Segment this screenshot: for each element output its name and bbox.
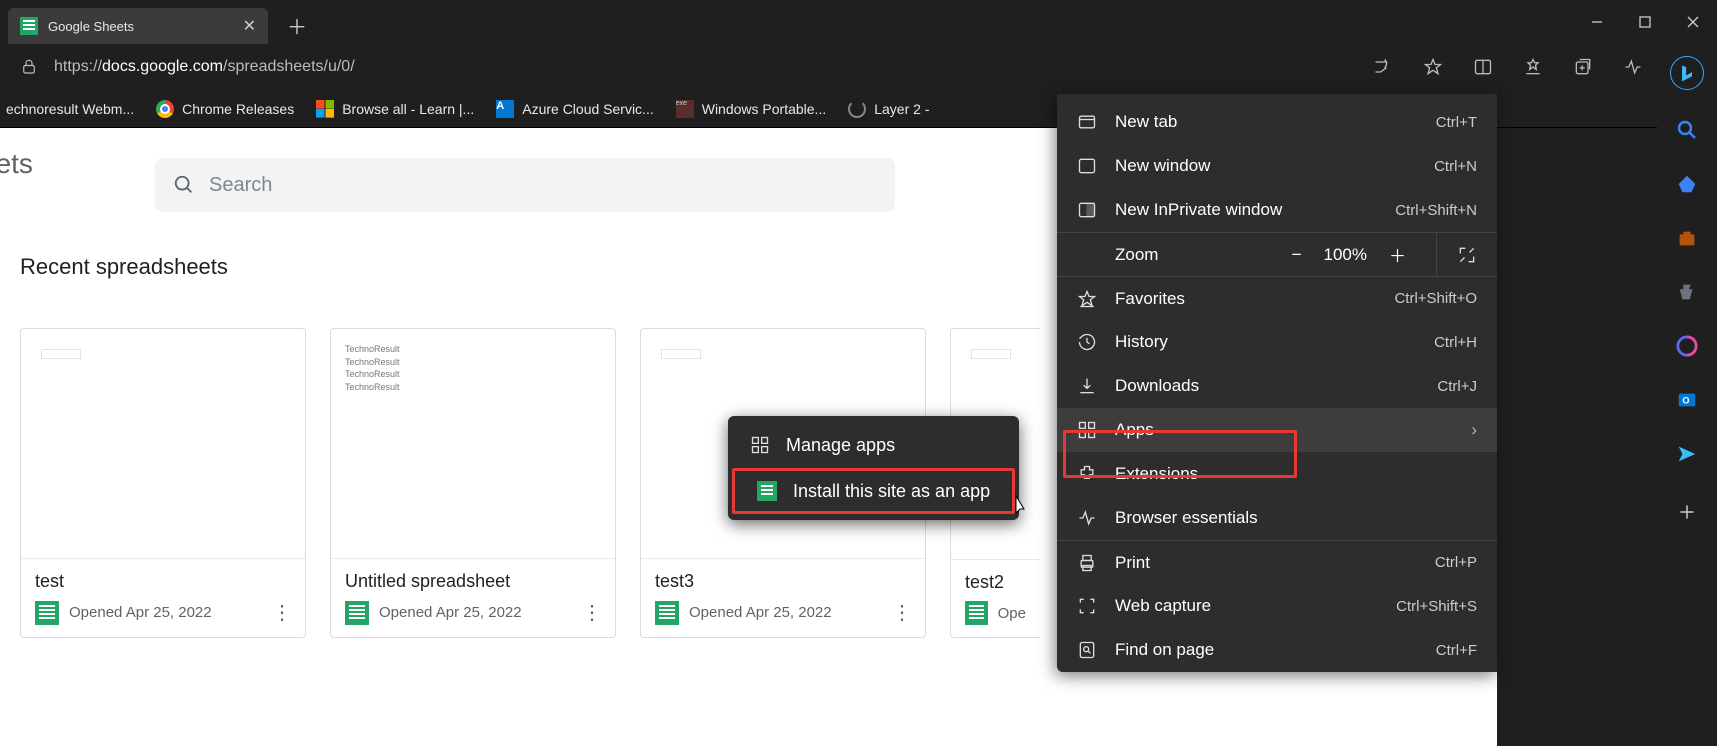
chrome-icon: [156, 100, 174, 118]
card-opened: Opened Apr 25, 2022: [689, 604, 882, 621]
menu-new-tab[interactable]: New tabCtrl+T: [1057, 100, 1497, 144]
new-tab-button[interactable]: ＋: [280, 8, 314, 42]
edge-settings-menu: New tabCtrl+T New windowCtrl+N New InPri…: [1057, 94, 1497, 672]
spreadsheet-card[interactable]: TechnoResultTechnoResultTechnoResultTech…: [330, 328, 616, 638]
titlebar: Google Sheets ✕ ＋: [0, 0, 1717, 44]
menu-history[interactable]: HistoryCtrl+H: [1057, 320, 1497, 364]
azure-icon: A: [496, 100, 514, 118]
search-bar[interactable]: Search: [155, 158, 895, 212]
search-icon: [173, 174, 195, 196]
microsoft-icon: [316, 100, 334, 118]
edge-sidebar: O: [1657, 44, 1717, 746]
card-more-icon[interactable]: ⋮: [892, 600, 911, 625]
sidebar-search-icon[interactable]: [1673, 116, 1701, 144]
menu-inprivate[interactable]: New InPrivate windowCtrl+Shift+N: [1057, 188, 1497, 232]
bing-chat-button[interactable]: [1670, 56, 1704, 90]
submenu-install-app[interactable]: Install this site as an app: [735, 471, 1012, 511]
site-info-button[interactable]: [14, 58, 44, 76]
spreadsheet-card[interactable]: test Opened Apr 25, 2022 ⋮: [20, 328, 306, 638]
menu-print[interactable]: PrintCtrl+P: [1057, 540, 1497, 584]
menu-downloads[interactable]: DownloadsCtrl+J: [1057, 364, 1497, 408]
sheets-icon: [345, 601, 369, 625]
card-name: test3: [655, 571, 911, 592]
recent-title: Recent spreadsheets: [20, 254, 228, 280]
menu-find[interactable]: Find on pageCtrl+F: [1057, 628, 1497, 672]
menu-apps[interactable]: Apps›: [1057, 408, 1497, 452]
card-opened: Ope: [998, 605, 1026, 622]
favorite-star-icon[interactable]: [1413, 49, 1453, 85]
svg-text:O: O: [1682, 396, 1689, 406]
install-highlight-box: Install this site as an app: [732, 468, 1015, 514]
url-text[interactable]: https://docs.google.com/spreadsheets/u/0…: [54, 58, 355, 76]
maximize-button[interactable]: [1621, 0, 1669, 44]
sheets-icon: [35, 601, 59, 625]
sheets-icon: [965, 601, 988, 625]
minimize-button[interactable]: [1573, 0, 1621, 44]
apps-submenu: Manage apps Install this site as an app: [728, 416, 1019, 520]
collections-icon[interactable]: [1563, 49, 1603, 85]
sidebar-office-icon[interactable]: [1673, 332, 1701, 360]
bookmark-learn[interactable]: Browse all - Learn |...: [316, 100, 474, 118]
split-screen-icon[interactable]: [1463, 49, 1503, 85]
sheets-icon: [757, 481, 777, 501]
bookmark-azure[interactable]: AAzure Cloud Servic...: [496, 100, 654, 118]
submenu-manage-apps[interactable]: Manage apps: [728, 422, 1019, 468]
url-scheme: https://: [54, 58, 102, 75]
card-name: test: [35, 571, 291, 592]
menu-capture[interactable]: Web captureCtrl+Shift+S: [1057, 584, 1497, 628]
card-opened: Opened Apr 25, 2022: [69, 604, 262, 621]
sheets-favicon-icon: [20, 17, 38, 35]
menu-new-window[interactable]: New windowCtrl+N: [1057, 144, 1497, 188]
card-opened: Opened Apr 25, 2022: [379, 604, 572, 621]
url-path: /spreadsheets/u/0/: [223, 58, 355, 75]
window-controls: [1573, 0, 1717, 44]
read-aloud-icon[interactable]: [1363, 49, 1403, 85]
bookmark-chrome-releases[interactable]: Chrome Releases: [156, 100, 294, 118]
zoom-level: 100%: [1324, 245, 1367, 265]
card-more-icon[interactable]: ⋮: [582, 600, 601, 625]
card-name: Untitled spreadsheet: [345, 571, 601, 592]
bookmark-layer2[interactable]: Layer 2 -: [848, 100, 929, 118]
card-name: test2: [965, 572, 1026, 593]
tab-title: Google Sheets: [48, 19, 233, 34]
sidebar-tools-icon[interactable]: [1673, 224, 1701, 252]
menu-zoom: Zoom − 100% ＋: [1057, 232, 1497, 276]
menu-favorites[interactable]: FavoritesCtrl+Shift+O: [1057, 276, 1497, 320]
close-window-button[interactable]: [1669, 0, 1717, 44]
zoom-out-button[interactable]: −: [1292, 245, 1302, 265]
address-bar-row: https://docs.google.com/spreadsheets/u/0…: [0, 44, 1717, 90]
bookmark-technoresult[interactable]: echnoresult Webm...: [6, 101, 134, 117]
chevron-right-icon: ›: [1471, 420, 1477, 440]
sheets-icon: [655, 601, 679, 625]
browser-tab[interactable]: Google Sheets ✕: [8, 8, 268, 44]
card-thumbnail: TechnoResultTechnoResultTechnoResultTech…: [331, 329, 615, 558]
url-host: docs.google.com: [102, 58, 223, 75]
close-tab-icon[interactable]: ✕: [243, 16, 256, 36]
bookmark-portable[interactable]: exeWindows Portable...: [676, 100, 827, 118]
mouse-cursor-icon: [1014, 494, 1034, 518]
sidebar-outlook-icon[interactable]: O: [1673, 386, 1701, 414]
menu-extensions[interactable]: Extensions: [1057, 452, 1497, 496]
portable-icon: exe: [676, 100, 694, 118]
sidebar-shopping-icon[interactable]: [1673, 170, 1701, 198]
performance-icon[interactable]: [1613, 49, 1653, 85]
card-more-icon[interactable]: ⋮: [272, 600, 291, 625]
menu-essentials[interactable]: Browser essentials: [1057, 496, 1497, 540]
fullscreen-button[interactable]: [1436, 233, 1477, 277]
card-thumbnail: [21, 329, 305, 558]
sidebar-add-icon[interactable]: [1673, 498, 1701, 526]
sidebar-games-icon[interactable]: [1673, 278, 1701, 306]
favorites-list-icon[interactable]: [1513, 49, 1553, 85]
sidebar-drop-icon[interactable]: [1673, 440, 1701, 468]
zoom-in-button[interactable]: ＋: [1389, 242, 1406, 267]
search-placeholder: Search: [209, 174, 272, 197]
loading-icon: [848, 100, 866, 118]
